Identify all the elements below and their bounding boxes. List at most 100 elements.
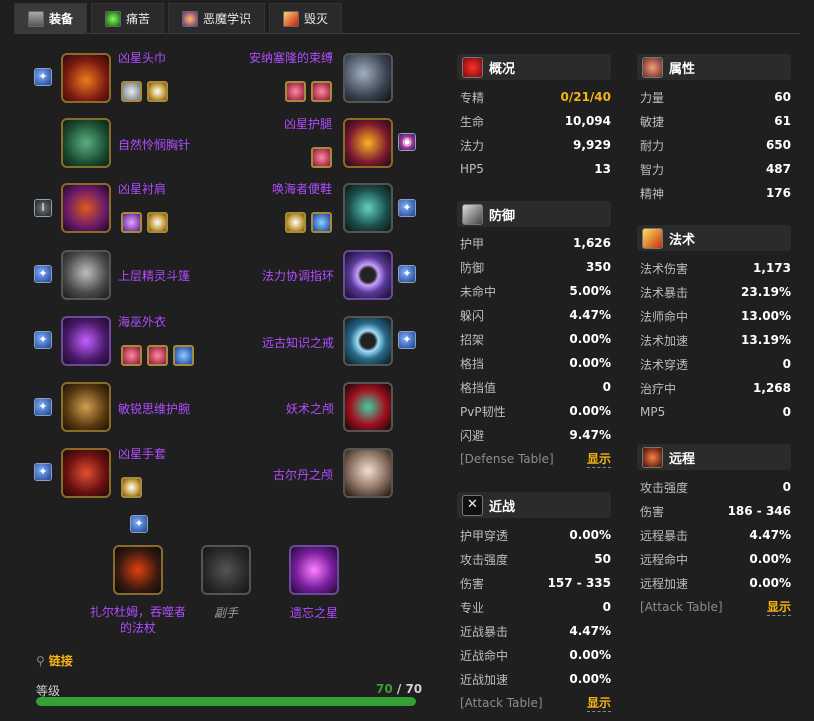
mainhand-slot[interactable] — [113, 545, 163, 595]
stat-value: 13.00% — [741, 309, 791, 323]
table-label: [Defense Table] — [460, 452, 554, 466]
offhand-item-name[interactable]: 副手 — [214, 604, 238, 621]
trinket1-item-name[interactable]: 妖术之颅 — [286, 400, 334, 417]
legs-slot[interactable] — [343, 118, 393, 168]
waist-item-name[interactable]: 安纳塞隆的束缚 — [249, 49, 333, 66]
trinket2-item-name[interactable]: 古尔丹之颅 — [273, 466, 333, 483]
stat-label: 远程暴击 — [640, 528, 689, 543]
enchant-icon[interactable]: ✦ — [398, 265, 416, 283]
stat-value: 0.00% — [569, 648, 611, 662]
gem-icon[interactable] — [121, 81, 142, 102]
gem-icon[interactable] — [147, 212, 168, 233]
hands-slot[interactable] — [61, 448, 111, 498]
gem-icon[interactable] — [147, 81, 168, 102]
enchant-icon[interactable]: ✦ — [34, 265, 52, 283]
stat-value: 1,626 — [573, 236, 611, 250]
shoulder-item-name[interactable]: 凶星衬肩 — [118, 180, 166, 197]
legs-item-name[interactable]: 凶星护腿 — [284, 115, 332, 132]
gear-icon — [28, 10, 44, 27]
neck-slot[interactable] — [61, 118, 111, 168]
hands-item-name[interactable]: 凶星手套 — [118, 445, 166, 462]
ring1-slot[interactable] — [343, 250, 393, 300]
enchant-icon[interactable]: Ⅰ — [34, 199, 52, 217]
stat-value: 0.00% — [749, 576, 791, 590]
stat-row: 闪避 9.47% — [460, 424, 611, 446]
spell-title: 法术 — [669, 232, 696, 248]
tab-affliction[interactable]: 痛苦 — [91, 3, 165, 34]
heart-icon — [462, 56, 483, 78]
trinket1-slot[interactable] — [343, 382, 393, 432]
gem-icon[interactable] — [311, 81, 332, 102]
stat-row: 法术暴击 23.19% — [640, 281, 791, 303]
head-item-name[interactable]: 凶星头巾 — [118, 49, 166, 66]
gem-icon[interactable] — [285, 212, 306, 233]
feet-item-name[interactable]: 唤海者便鞋 — [272, 180, 332, 197]
wrist-item-name[interactable]: 敏锐思维护腕 — [118, 400, 190, 417]
gem-icon[interactable] — [173, 345, 194, 366]
enchant-icon[interactable]: ✦ — [398, 331, 416, 349]
stat-row: 躲闪 4.47% — [460, 304, 611, 326]
tab-demonology[interactable]: 恶魔学识 — [168, 3, 266, 34]
wrist-slot[interactable] — [61, 382, 111, 432]
show-table-link[interactable]: 显示 — [586, 694, 611, 712]
gem-icon[interactable] — [285, 81, 306, 102]
show-table-link[interactable]: 显示 — [766, 598, 791, 616]
links-link[interactable]: ⚲ 链接 — [36, 652, 73, 669]
stat-label: PvP韧性 — [460, 404, 506, 419]
back-slot[interactable] — [61, 250, 111, 300]
spell-header: 法术 — [637, 225, 791, 251]
gem-icon[interactable] — [147, 345, 168, 366]
melee-table-row: [Attack Table] 显示 — [460, 692, 611, 714]
ring1-item-name[interactable]: 法力协调指环 — [262, 267, 334, 284]
stat-row: 生命 10,094 — [460, 110, 611, 132]
gem-icon[interactable] — [121, 477, 142, 498]
stat-value: 0.00% — [569, 672, 611, 686]
stat-label: 耐力 — [640, 138, 665, 153]
defense-header: 防御 — [457, 201, 611, 227]
show-table-link[interactable]: 显示 — [586, 450, 611, 468]
stat-label: 攻击强度 — [640, 480, 689, 495]
enchant-icon[interactable]: ◉ — [398, 133, 416, 151]
stat-value: 0/21/40 — [560, 90, 611, 104]
ring2-item-name[interactable]: 远古知识之戒 — [262, 334, 334, 351]
melee-title: 近战 — [489, 499, 516, 515]
waist-slot[interactable] — [343, 53, 393, 103]
stat-value: 61 — [774, 114, 791, 128]
ranged-item-name[interactable]: 遗忘之星 — [290, 604, 338, 621]
enchant-icon[interactable]: ✦ — [34, 331, 52, 349]
gem-icon[interactable] — [311, 212, 332, 233]
stat-row: 防御 350 — [460, 256, 611, 278]
trinket2-slot[interactable] — [343, 448, 393, 498]
neck-item-name[interactable]: 自然怜悯胸针 — [118, 136, 190, 153]
stat-label: 远程加速 — [640, 576, 689, 591]
chest-slot[interactable] — [61, 316, 111, 366]
mainhand-item-name[interactable]: 扎尔杜姆，吞噬者的法杖 — [85, 604, 191, 636]
feet-slot[interactable] — [343, 183, 393, 233]
gem-icon[interactable] — [121, 212, 142, 233]
level-progress-fill — [36, 697, 416, 706]
shoulder-slot[interactable] — [61, 183, 111, 233]
head-slot[interactable] — [61, 53, 111, 103]
enchant-icon[interactable]: ✦ — [130, 515, 148, 533]
stat-row: 精神 176 — [640, 182, 791, 204]
tab-destruction[interactable]: 毁灭 — [269, 3, 343, 34]
stat-label: 闪避 — [460, 428, 485, 443]
gem-icon[interactable] — [121, 345, 142, 366]
ranged-slot[interactable] — [289, 545, 339, 595]
chest-item-name[interactable]: 海巫外衣 — [118, 313, 166, 330]
back-item-name[interactable]: 上层精灵斗篷 — [118, 267, 190, 284]
link-icon: ⚲ — [36, 653, 45, 668]
stat-row: 格挡值 0 — [460, 376, 611, 398]
enchant-icon[interactable]: ✦ — [34, 68, 52, 86]
gem-icon[interactable] — [311, 147, 332, 168]
enchant-icon[interactable]: ✦ — [34, 398, 52, 416]
enchant-icon[interactable]: ✦ — [34, 463, 52, 481]
enchant-icon[interactable]: ✦ — [398, 199, 416, 217]
attributes-title: 属性 — [669, 61, 696, 77]
offhand-slot[interactable] — [201, 545, 251, 595]
tab-gear[interactable]: 装备 — [14, 3, 88, 34]
ring2-slot[interactable] — [343, 316, 393, 366]
stat-row: 护甲穿透 0.00% — [460, 524, 611, 546]
stat-value: 0 — [782, 480, 791, 494]
stat-row: 敏捷 61 — [640, 110, 791, 132]
